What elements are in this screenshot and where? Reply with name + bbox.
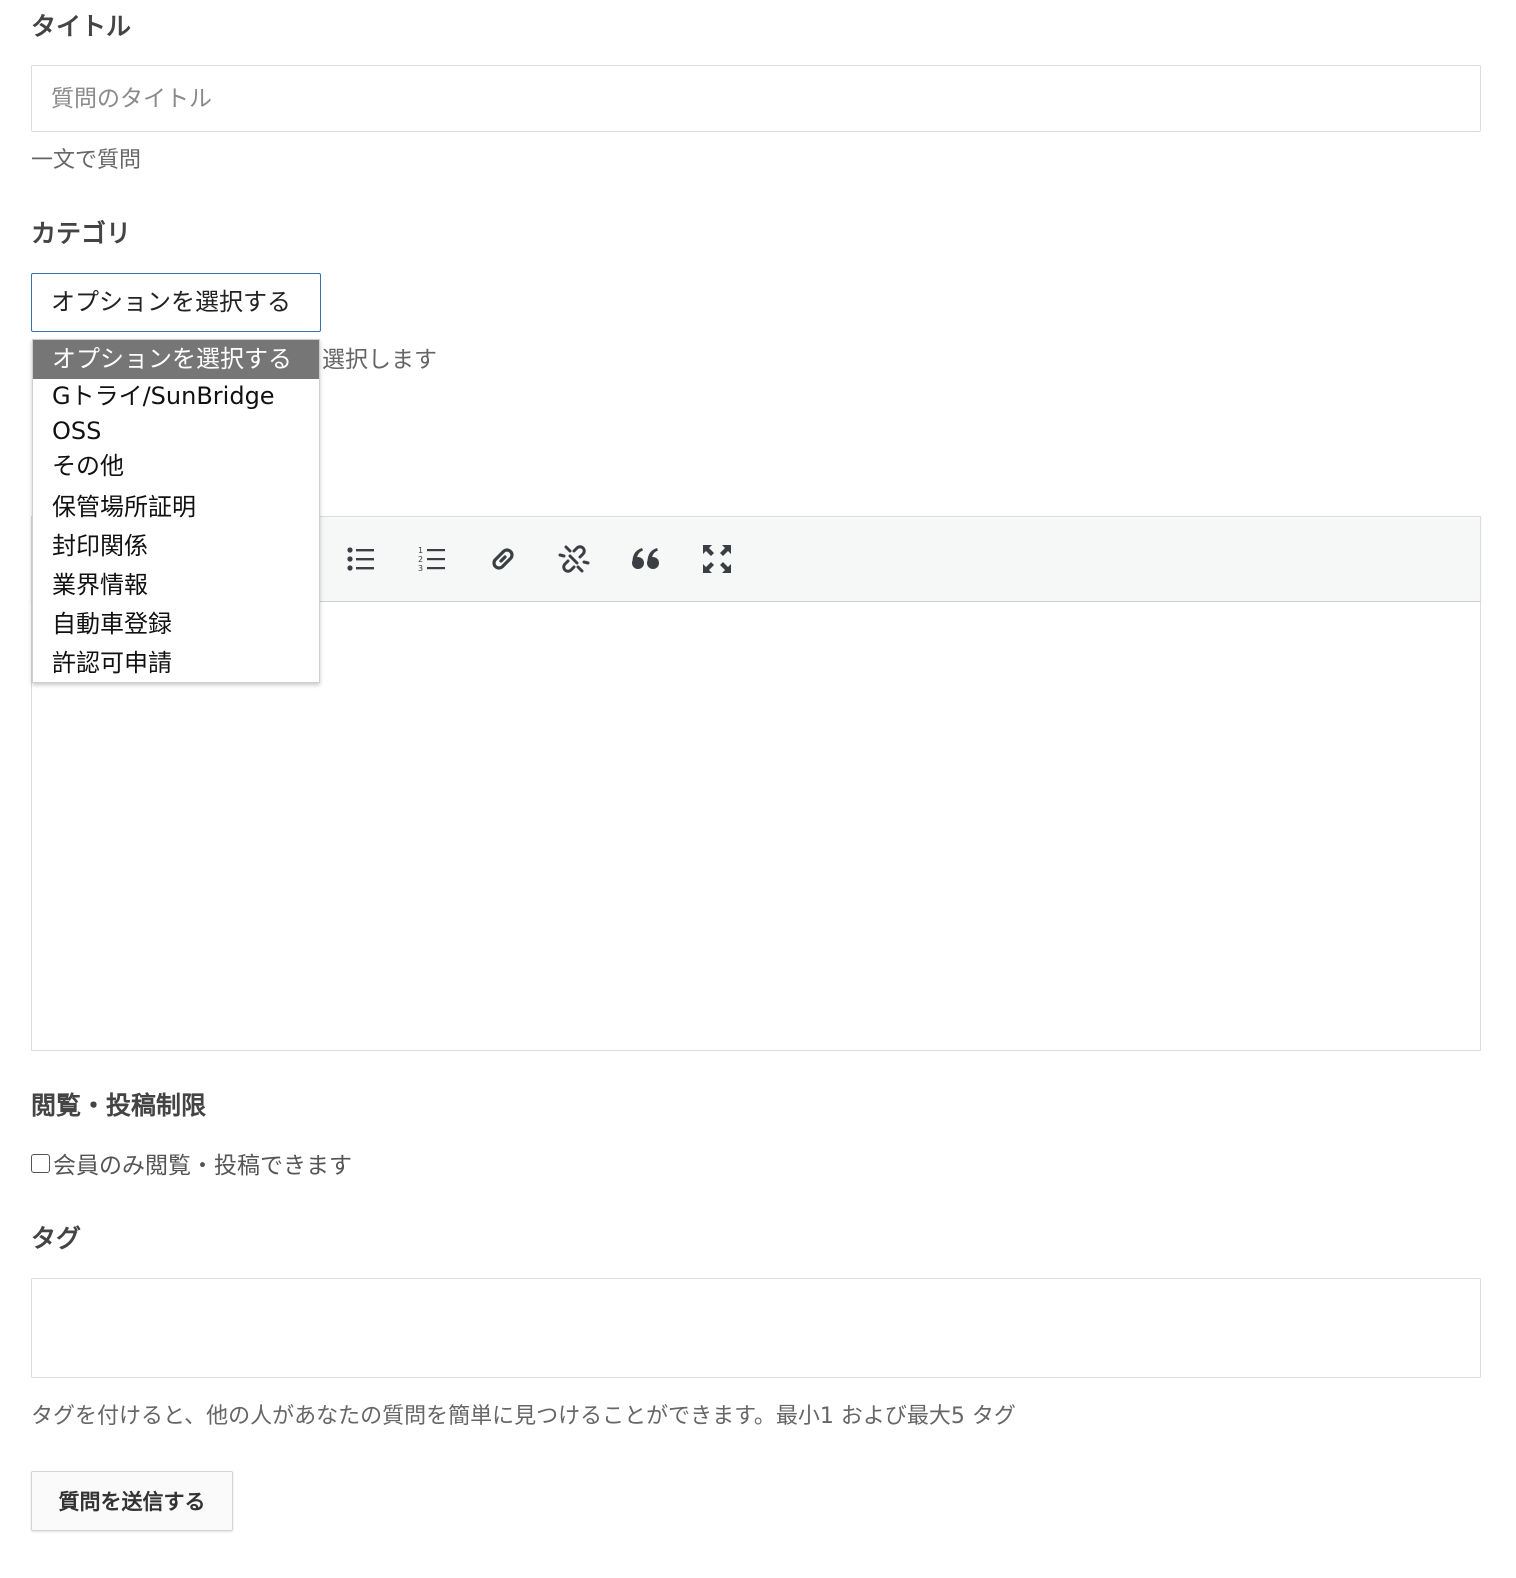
title-label: タイトル xyxy=(31,12,132,41)
svg-text:2: 2 xyxy=(418,555,423,564)
title-help-text: 一文で質問 xyxy=(31,148,142,173)
fullscreen-icon[interactable] xyxy=(697,539,737,579)
blockquote-icon[interactable] xyxy=(626,539,666,579)
dropdown-option[interactable]: 業界情報 xyxy=(33,566,319,605)
members-only-row: 会員のみ閲覧・投稿できます xyxy=(31,1148,352,1179)
category-dropdown: オプションを選択する Gトライ/SunBridge OSS その他 保管場所証明… xyxy=(32,339,320,683)
svg-text:1: 1 xyxy=(418,546,423,555)
restriction-label: 閲覧・投稿制限 xyxy=(31,1091,207,1120)
dropdown-option[interactable]: その他 xyxy=(33,449,319,488)
category-help-text: 選択します xyxy=(322,347,437,373)
svg-text:3: 3 xyxy=(418,564,423,573)
dropdown-option[interactable]: オプションを選択する xyxy=(33,340,319,379)
dropdown-option[interactable]: 自動車登録 xyxy=(33,605,319,644)
tags-input[interactable] xyxy=(31,1278,1481,1378)
title-input[interactable] xyxy=(31,65,1481,132)
tags-help-text: タグを付けると、他の人があなたの質問を簡単に見つけることができます。最小1 およ… xyxy=(31,1404,1016,1429)
bulleted-list-icon[interactable] xyxy=(341,539,381,579)
category-label: カテゴリ xyxy=(31,219,132,248)
numbered-list-icon[interactable]: 1 2 3 xyxy=(412,539,452,579)
members-only-checkbox[interactable] xyxy=(31,1153,50,1173)
tags-label: タグ xyxy=(31,1224,82,1253)
dropdown-option[interactable]: 許認可申請 xyxy=(33,644,319,682)
members-only-label: 会員のみ閲覧・投稿できます xyxy=(53,1153,352,1179)
submit-question-button[interactable]: 質問を送信する xyxy=(31,1471,233,1531)
dropdown-option[interactable]: Gトライ/SunBridge xyxy=(33,379,319,414)
unlink-icon[interactable] xyxy=(554,539,594,579)
dropdown-option[interactable]: OSS xyxy=(33,414,319,449)
link-icon[interactable] xyxy=(483,539,523,579)
category-select[interactable]: オプションを選択する xyxy=(31,273,321,332)
dropdown-option[interactable]: 封印関係 xyxy=(33,527,319,566)
dropdown-option[interactable]: 保管場所証明 xyxy=(33,488,319,527)
